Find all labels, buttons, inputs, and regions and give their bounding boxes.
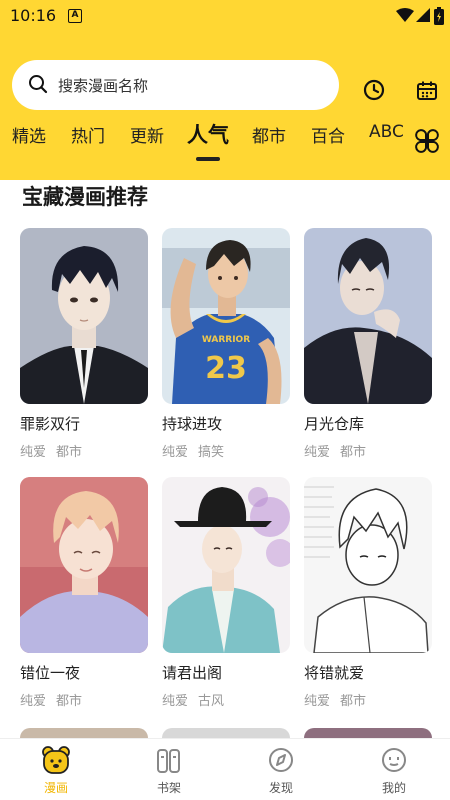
nav-label: 书架 [156,781,181,795]
nav-discover[interactable]: 发现 [241,739,321,800]
comic-tag: 都市 [56,445,83,460]
active-tab-indicator [196,157,220,161]
comic-tag: 搞笑 [198,445,225,460]
calendar-icon[interactable] [416,80,438,102]
nav-label: 我的 [381,781,406,795]
comic-title[interactable]: 请君出阁 [162,662,222,683]
tab-baihe[interactable]: 百合 [311,122,345,147]
comic-tags: 纯爱 都市 [20,690,92,709]
comic-cover[interactable] [20,228,148,404]
jersey-number: 23 [205,351,247,386]
nav-bookshelf[interactable]: 书架 [129,739,209,800]
signal-icon [416,8,430,22]
category-grid-icon[interactable] [414,128,440,154]
bear-comic-icon [42,746,70,774]
search-icon [29,75,48,94]
nav-comics[interactable]: 漫画 [16,739,96,800]
status-bar: 10:16 A [0,0,450,32]
nav-profile[interactable]: 我的 [354,739,434,800]
comic-title[interactable]: 错位一夜 [20,662,80,683]
comic-tags: 纯爱 都市 [20,441,92,460]
comic-card[interactable]: 请君出阁 纯爱 古风 [162,477,290,709]
comic-tag: 纯爱 [162,445,189,460]
comic-tag: 纯爱 [20,445,47,460]
history-clock-icon[interactable] [362,78,386,102]
wifi-icon [396,8,414,22]
comic-title[interactable]: 将错就爱 [304,662,364,683]
bottom-navigation: 漫画 书架 发现 我的 [0,738,450,800]
battery-icon [434,7,444,25]
comic-tag: 纯爱 [304,694,331,709]
comic-tags: 纯爱 搞笑 [162,441,234,460]
comic-tags: 纯爱 都市 [304,690,376,709]
search-bar[interactable]: 搜索漫画名称 [12,60,339,110]
search-placeholder[interactable]: 搜索漫画名称 [58,75,148,96]
comic-tags: 纯爱 古风 [162,690,234,709]
tab-dushi[interactable]: 都市 [252,122,286,147]
comic-cover[interactable] [162,477,290,653]
bookshelf-icon [157,749,180,773]
comic-card[interactable]: 罪影双行 纯爱 都市 [20,228,148,460]
jersey-text: WARRIOR [202,335,250,345]
compass-icon [269,748,293,772]
smiley-profile-icon [382,748,406,772]
section-title: 宝藏漫画推荐 [22,185,148,209]
notification-icon: A [68,9,82,23]
comic-tag: 纯爱 [304,445,331,460]
comic-title[interactable]: 罪影双行 [20,413,80,434]
comic-cover[interactable] [20,477,148,653]
comic-tag: 纯爱 [20,694,47,709]
comic-tag: 古风 [198,694,225,709]
status-time: 10:16 [10,6,57,25]
category-tabs: 精选 热门 更新 人气 都市 百合 ABC [0,122,450,162]
comic-cover[interactable] [304,477,432,653]
comic-title[interactable]: 持球进攻 [162,413,222,434]
comic-title[interactable]: 月光仓库 [304,413,364,434]
comic-card[interactable]: 月光仓库 纯爱 都市 [304,228,432,460]
tab-jingxuan[interactable]: 精选 [12,122,46,147]
comic-tag: 都市 [56,694,83,709]
tab-remen[interactable]: 热门 [71,122,105,147]
tab-gengxin[interactable]: 更新 [130,122,164,147]
comic-card[interactable]: 错位一夜 纯爱 都市 [20,477,148,709]
nav-label: 发现 [268,781,293,795]
nav-label: 漫画 [43,781,68,795]
comic-tag: 都市 [340,694,367,709]
comic-tag: 都市 [340,445,367,460]
comic-cover[interactable] [304,228,432,404]
tab-abc[interactable]: ABC [369,122,404,142]
comic-cover[interactable]: WARRIOR 23 [162,228,290,404]
comic-tags: 纯爱 都市 [304,441,376,460]
tab-renqi[interactable]: 人气 [187,119,229,149]
comic-card[interactable]: WARRIOR 23 持球进攻 纯爱 搞笑 [162,228,290,460]
comic-card[interactable]: 将错就爱 纯爱 都市 [304,477,432,709]
comic-tag: 纯爱 [162,694,189,709]
